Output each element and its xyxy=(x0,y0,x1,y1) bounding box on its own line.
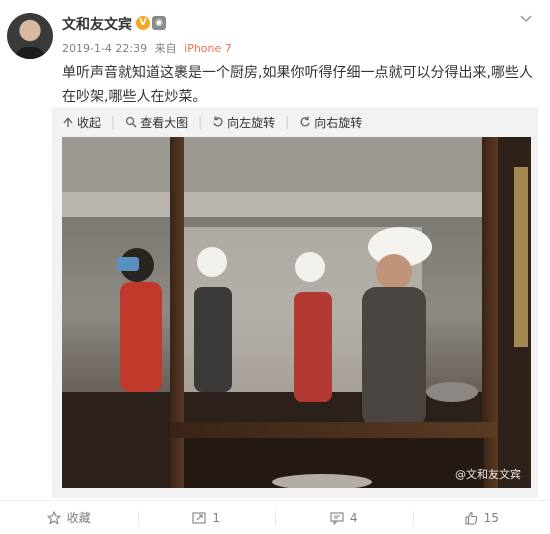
collapse-button[interactable]: 收起 xyxy=(62,114,101,131)
comment-icon xyxy=(330,511,344,525)
rotate-right-label: 向右旋转 xyxy=(314,115,363,130)
post-text: 单听声音就知道这裹是一个厨房,如果你听得仔细一点就可以分得出来,哪些人在吵架,哪… xyxy=(62,65,533,105)
rotate-right-icon xyxy=(300,116,310,127)
post-photo[interactable]: @文和友文宾 xyxy=(62,137,531,488)
view-large-button[interactable]: 查看大图 xyxy=(125,114,188,131)
search-icon xyxy=(125,116,137,128)
star-icon xyxy=(46,510,61,525)
comment-button[interactable]: 4 xyxy=(275,501,413,534)
username[interactable]: 文和友文宾 xyxy=(62,14,132,34)
like-button[interactable]: 15 xyxy=(412,501,550,534)
toolbar-divider: | xyxy=(285,115,290,129)
rotate-right-button[interactable]: 向右旋转 xyxy=(299,114,362,131)
verified-badge-icon: V xyxy=(136,16,150,30)
robot-badge-icon: ◉ xyxy=(152,16,166,30)
favorite-label: 收藏 xyxy=(66,511,91,525)
rotate-left-label: 向左旋转 xyxy=(227,115,276,130)
post-meta: 2019-1-4 22:39 来自 iPhone 7 xyxy=(62,40,236,56)
comment-count: 4 xyxy=(349,510,358,525)
post-date[interactable]: 2019-1-4 22:39 xyxy=(62,42,147,55)
toolbar-divider: | xyxy=(198,115,203,129)
favorite-button[interactable]: 收藏 xyxy=(0,501,138,534)
post-source[interactable]: iPhone 7 xyxy=(184,42,232,55)
photo-watermark: @文和友文宾 xyxy=(455,468,521,481)
toolbar-divider: | xyxy=(111,115,116,129)
view-large-label: 查看大图 xyxy=(140,115,189,130)
arrow-up-icon xyxy=(63,117,73,127)
repost-count: 1 xyxy=(212,510,221,525)
thumbs-up-icon xyxy=(465,511,477,525)
media-toolbar: 收起 | 查看大图 | 向左旋转 | 向右旋转 xyxy=(52,107,538,137)
rotate-left-button[interactable]: 向左旋转 xyxy=(212,114,275,131)
repost-icon xyxy=(192,511,206,524)
media-panel: 收起 | 查看大图 | 向左旋转 | 向右旋转 @文和友文宾 xyxy=(52,107,538,498)
post-source-prefix: 来自 xyxy=(154,42,177,55)
avatar[interactable] xyxy=(7,13,53,59)
chevron-down-icon[interactable] xyxy=(520,12,532,24)
post-actions: 收藏 1 4 15 xyxy=(0,500,550,534)
repost-button[interactable]: 1 xyxy=(137,501,276,534)
collapse-label: 收起 xyxy=(77,115,102,130)
like-count: 15 xyxy=(483,510,499,525)
kitchen-photo-illustration xyxy=(62,137,531,488)
rotate-left-icon xyxy=(213,116,223,127)
